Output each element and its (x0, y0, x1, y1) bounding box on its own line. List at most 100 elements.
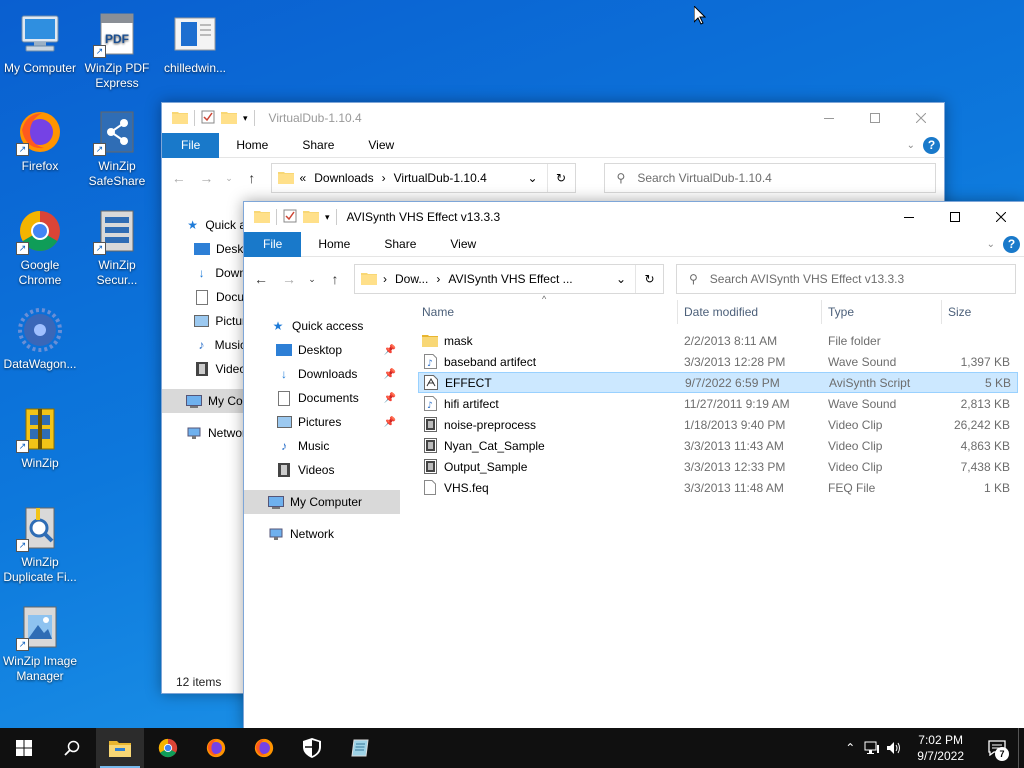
file-row[interactable]: EFFECT 9/7/2022 6:59 PM AviSynth Script 5 K… (418, 372, 1018, 393)
new-folder-icon[interactable] (221, 110, 237, 127)
show-hidden-icons-chevron-icon[interactable]: ⌃ (839, 728, 861, 768)
nav-videos[interactable]: Video (162, 357, 246, 381)
nav-my-computer[interactable]: My Cor (162, 389, 247, 413)
back-arrow-icon[interactable]: ← (252, 271, 270, 287)
search-button[interactable] (48, 728, 96, 768)
clock[interactable]: 7:02 PM 9/7/2022 (905, 732, 976, 764)
file-row[interactable]: ♪ hifi artifect 11/27/2011 9:19 AM Wave Sou… (418, 393, 1016, 414)
taskbar-firefox-2[interactable] (240, 728, 288, 768)
file-row[interactable]: ♪ baseband artifect 3/3/2013 12:28 PM Wave … (418, 351, 1016, 372)
taskbar-chrome[interactable] (144, 728, 192, 768)
start-button[interactable] (0, 728, 48, 768)
nav-network[interactable]: Networ (162, 421, 246, 445)
up-arrow-icon[interactable]: ↑ (326, 271, 344, 287)
column-header-size[interactable]: Size (941, 300, 1015, 324)
taskbar-file-explorer[interactable] (96, 728, 144, 768)
expand-ribbon-icon[interactable]: ⌄ (987, 239, 995, 250)
pin-icon[interactable]: 📌 (384, 393, 396, 404)
back-arrow-icon[interactable]: ← (170, 170, 188, 186)
nav-music[interactable]: ♪ Music (162, 333, 246, 357)
pin-icon[interactable]: 📌 (384, 417, 396, 428)
properties-icon[interactable] (201, 110, 215, 127)
recent-dropdown-icon[interactable]: ⌄ (308, 274, 316, 285)
nav-videos[interactable]: Videos (244, 458, 400, 482)
search-input[interactable]: ⚲ Search AVISynth VHS Effect v13.3.3 (676, 264, 1016, 294)
refresh-icon[interactable]: ↻ (635, 265, 663, 293)
address-bar[interactable]: « Downloads › VirtualDub-1.10.4 ⌄ ↻ (270, 163, 576, 193)
nav-pictures[interactable]: Pictur (162, 309, 246, 333)
tab-file[interactable]: File (244, 231, 302, 257)
file-row[interactable]: VHS.feq 3/3/2013 11:48 AM FEQ File 1 KB (418, 477, 1016, 498)
tab-home[interactable]: Home (219, 133, 285, 158)
tab-share[interactable]: Share (285, 133, 351, 158)
breadcrumb-avisynth[interactable]: AVISynth VHS Effect ... (448, 272, 572, 286)
desktop-icon-my-computer[interactable]: My Computer (0, 10, 80, 76)
expand-ribbon-icon[interactable]: ⌄ (907, 140, 915, 151)
taskbar-security[interactable] (288, 728, 336, 768)
show-desktop-button[interactable] (1018, 728, 1024, 768)
address-dropdown-icon[interactable]: ⌄ (607, 265, 635, 293)
desktop-icon-winzip-duplicate[interactable]: ↗ WinZip Duplicate Fi... (0, 504, 80, 585)
quick-access-dropdown-icon[interactable]: ▾ (243, 113, 248, 124)
nav-desktop[interactable]: Deskt (162, 237, 247, 261)
forward-arrow-icon[interactable]: → (198, 170, 216, 186)
minimize-button[interactable] (806, 103, 852, 133)
nav-pictures[interactable]: Pictures 📌 (244, 410, 400, 434)
desktop-icon-firefox[interactable]: ↗ Firefox (0, 108, 80, 174)
close-button[interactable] (898, 103, 944, 133)
tab-view[interactable]: View (351, 133, 411, 158)
file-row[interactable]: mask 2/2/2013 8:11 AM File folder (418, 330, 1016, 351)
nav-documents[interactable]: Documents 📌 (244, 386, 400, 410)
desktop-icon-datawagon[interactable]: DataWagon... (0, 306, 80, 372)
tab-view[interactable]: View (433, 232, 493, 257)
refresh-icon[interactable]: ↻ (546, 164, 575, 192)
pin-icon[interactable]: 📌 (384, 369, 396, 380)
nav-quick-access[interactable]: ★ Quick access (244, 314, 400, 338)
up-arrow-icon[interactable]: ↑ (243, 170, 261, 186)
forward-arrow-icon[interactable]: → (280, 271, 298, 287)
desktop-icon-chilledwin[interactable]: chilledwin... (155, 10, 235, 76)
tab-home[interactable]: Home (301, 232, 367, 257)
close-button[interactable] (978, 202, 1024, 232)
breadcrumb-overflow[interactable]: « (300, 171, 307, 185)
breadcrumb-virtualdub[interactable]: VirtualDub-1.10.4 (394, 171, 487, 185)
properties-icon[interactable] (283, 209, 297, 226)
nav-quick-access[interactable]: ★ Quick a (162, 213, 246, 237)
desktop-icon-winzip-safeshare[interactable]: ↗ WinZip SafeShare (77, 108, 157, 189)
taskbar-firefox[interactable] (192, 728, 240, 768)
nav-documents[interactable]: Docu (162, 285, 246, 309)
help-button[interactable]: ? (1003, 236, 1020, 253)
minimize-button[interactable] (886, 202, 932, 232)
maximize-button[interactable] (852, 103, 898, 133)
tab-share[interactable]: Share (367, 232, 433, 257)
network-status-icon[interactable] (861, 728, 883, 768)
pin-icon[interactable]: 📌 (384, 345, 396, 356)
desktop-icon-winzip[interactable]: ↗ WinZip (0, 405, 80, 471)
title-bar[interactable]: ▾ VirtualDub-1.10.4 (162, 103, 944, 133)
action-center-button[interactable]: 7 (976, 728, 1018, 768)
breadcrumb-downloads[interactable]: Dow... (395, 272, 428, 286)
nav-music[interactable]: ♪ Music (244, 434, 400, 458)
nav-network[interactable]: Network (244, 522, 400, 546)
breadcrumb-downloads[interactable]: Downloads (314, 171, 373, 185)
file-row[interactable]: Output_Sample 3/3/2013 12:33 PM Video Clip… (418, 456, 1016, 477)
recent-dropdown-icon[interactable]: ⌄ (225, 173, 233, 184)
maximize-button[interactable] (932, 202, 978, 232)
search-input[interactable]: ⚲ Search VirtualDub-1.10.4 (603, 163, 936, 193)
nav-desktop[interactable]: Desktop 📌 (244, 338, 400, 362)
file-row[interactable]: noise-preprocess 1/18/2013 9:40 PM Video C… (418, 414, 1016, 435)
explorer-window-avisynth[interactable]: ▾ AVISynth VHS Effect v13.3.3 File Home … (243, 201, 1024, 729)
column-header-name[interactable]: Name (416, 300, 677, 324)
nav-downloads[interactable]: ↓ Downloads 📌 (244, 362, 400, 386)
taskbar-notepad[interactable] (336, 728, 384, 768)
column-header-type[interactable]: Type (821, 300, 941, 324)
address-dropdown-icon[interactable]: ⌄ (519, 164, 547, 192)
help-button[interactable]: ? (923, 137, 940, 154)
desktop-icon-winzip-secure[interactable]: ↗ WinZip Secur... (77, 207, 157, 288)
desktop-icon-google-chrome[interactable]: ↗ Google Chrome (0, 207, 80, 288)
nav-downloads[interactable]: ↓ Down (162, 261, 246, 285)
column-header-date[interactable]: Date modified (677, 300, 821, 324)
desktop-icon-winzip-pdf-express[interactable]: PDF ↗ WinZip PDF Express (77, 10, 157, 91)
file-row[interactable]: Nyan_Cat_Sample 3/3/2013 11:43 AM Video Cl… (418, 435, 1016, 456)
volume-icon[interactable] (883, 728, 905, 768)
